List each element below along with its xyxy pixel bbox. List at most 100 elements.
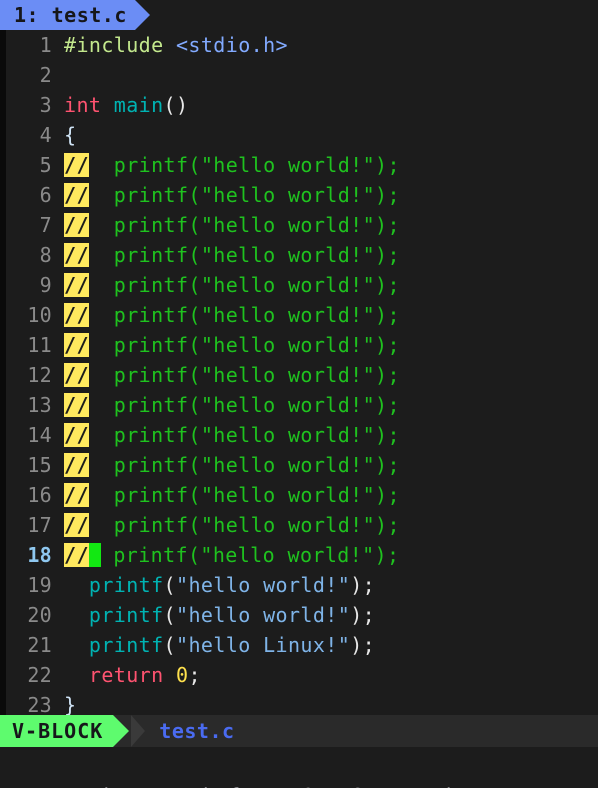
visual-selection: // — [64, 393, 89, 417]
code-token: printf("hello world!"); — [88, 303, 400, 327]
code-token: #include — [64, 33, 164, 57]
line-code: // printf("hello world!"); — [52, 240, 400, 270]
line-number: 13 — [27, 393, 52, 417]
editor-line[interactable]: 2 — [6, 60, 598, 90]
line-code: printf("hello world!"); — [52, 600, 375, 630]
line-number: 20 — [27, 603, 52, 627]
visual-selection: // — [64, 273, 89, 297]
visual-selection: // — [64, 543, 89, 567]
editor-line[interactable]: 18// printf("hello world!"); — [6, 540, 598, 570]
line-number: 2 — [39, 63, 52, 87]
editor-line[interactable]: 16// printf("hello world!"); — [6, 480, 598, 510]
line-number: 11 — [27, 333, 52, 357]
visual-selection: // — [64, 513, 89, 537]
line-number: 6 — [39, 183, 52, 207]
visual-selection: // — [64, 243, 89, 267]
editor-line[interactable]: 4{ — [6, 120, 598, 150]
editor-line[interactable]: 15// printf("hello world!"); — [6, 450, 598, 480]
code-token: () — [163, 93, 189, 117]
code-token: int — [64, 93, 102, 117]
line-number: 12 — [27, 363, 52, 387]
status-mode-indicator: V-BLOCK — [0, 715, 114, 747]
tabline: 1: test.c — [0, 0, 598, 30]
code-token: ); — [350, 603, 376, 627]
editor-line[interactable]: 3 int main() — [6, 90, 598, 120]
code-token: ( — [163, 573, 176, 597]
line-code: // printf("hello world!"); — [52, 390, 400, 420]
visual-selection: // — [64, 213, 89, 237]
editor-line[interactable]: 21 printf("hello Linux!"); — [6, 630, 598, 660]
line-number: 17 — [27, 513, 52, 537]
editor-line[interactable]: 14// printf("hello world!"); — [6, 420, 598, 450]
statusline: V-BLOCK test.c — [0, 715, 598, 747]
code-token: "hello world!" — [176, 573, 351, 597]
line-number: 14 — [27, 423, 52, 447]
line-number: 3 — [39, 93, 52, 117]
code-token: main — [113, 93, 164, 117]
editor-line[interactable]: 11// printf("hello world!"); — [6, 330, 598, 360]
line-number: 8 — [39, 243, 52, 267]
code-token: printf — [88, 573, 164, 597]
line-number: 16 — [27, 483, 52, 507]
editor-line[interactable]: 10// printf("hello world!"); — [6, 300, 598, 330]
editor-buffer[interactable]: 1 #include <stdio.h> 2 3 int main() 4{5// pri… — [0, 30, 598, 715]
line-number: 19 — [27, 573, 52, 597]
editor-line[interactable]: 6// printf("hello world!"); — [6, 180, 598, 210]
editor-line[interactable]: 12// printf("hello world!"); — [6, 360, 598, 390]
line-number: 9 — [39, 273, 52, 297]
code-token: 0 — [176, 663, 189, 687]
visual-selection: // — [64, 483, 89, 507]
code-token: printf — [88, 633, 164, 657]
vim-window: 1: test.c 1 #include <stdio.h> 2 3 int main(… — [0, 0, 598, 788]
editor-line[interactable]: 23} — [6, 690, 598, 715]
code-token: printf("hello world!"); — [88, 513, 400, 537]
editor-line[interactable]: 20 printf("hello world!"); — [6, 600, 598, 630]
editor-line[interactable]: 8// printf("hello world!"); — [6, 240, 598, 270]
line-number: 4 — [39, 123, 52, 147]
line-code: // printf("hello world!"); — [52, 360, 400, 390]
line-code: // printf("hello world!"); — [52, 150, 400, 180]
code-token: printf("hello world!"); — [88, 333, 400, 357]
visual-selection: // — [64, 333, 89, 357]
line-code: printf("hello Linux!"); — [52, 630, 375, 660]
line-code: } — [52, 690, 76, 715]
editor-line[interactable]: 13// printf("hello world!"); — [6, 390, 598, 420]
code-token: printf("hello world!"); — [88, 153, 400, 177]
line-code: // printf("hello world!"); — [52, 210, 400, 240]
visual-selection: // — [64, 363, 89, 387]
tab-test-c[interactable]: 1: test.c — [0, 0, 135, 30]
visual-selection: // — [64, 453, 89, 477]
editor-line[interactable]: 7// printf("hello world!"); — [6, 210, 598, 240]
statusline-empty-space — [234, 715, 598, 747]
line-number: 22 — [27, 663, 52, 687]
line-number: 23 — [27, 693, 52, 715]
editor-line[interactable]: 1 #include <stdio.h> — [6, 30, 598, 60]
editor-line[interactable]: 22 return 0; — [6, 660, 598, 690]
editor-line[interactable]: 19 printf("hello world!"); — [6, 570, 598, 600]
code-token: ); — [350, 573, 376, 597]
line-number: 10 — [27, 303, 52, 327]
editor-line[interactable]: 5// printf("hello world!"); — [6, 150, 598, 180]
command-line[interactable]: 14 changes; before #21 3 seconds ago — [0, 747, 598, 788]
line-code: #include <stdio.h> — [52, 30, 288, 60]
status-filename: test.c — [145, 715, 234, 747]
status-separator-arrow-icon — [131, 715, 146, 747]
code-token: "hello world!" — [176, 603, 351, 627]
editor-line[interactable]: 9 // printf("hello world!"); — [6, 270, 598, 300]
visual-selection: // — [64, 423, 89, 447]
code-token: { — [64, 123, 77, 147]
code-token: ; — [188, 663, 201, 687]
code-token: printf("hello world!"); — [88, 393, 400, 417]
line-code: { — [52, 120, 76, 150]
tab-powerline-arrow-icon — [134, 0, 150, 30]
code-token: ( — [163, 633, 176, 657]
editor-line[interactable]: 17 // printf("hello world!"); — [6, 510, 598, 540]
line-number: 5 — [39, 153, 52, 177]
code-token: printf("hello world!"); — [88, 273, 400, 297]
line-code: // printf("hello world!"); — [52, 330, 400, 360]
